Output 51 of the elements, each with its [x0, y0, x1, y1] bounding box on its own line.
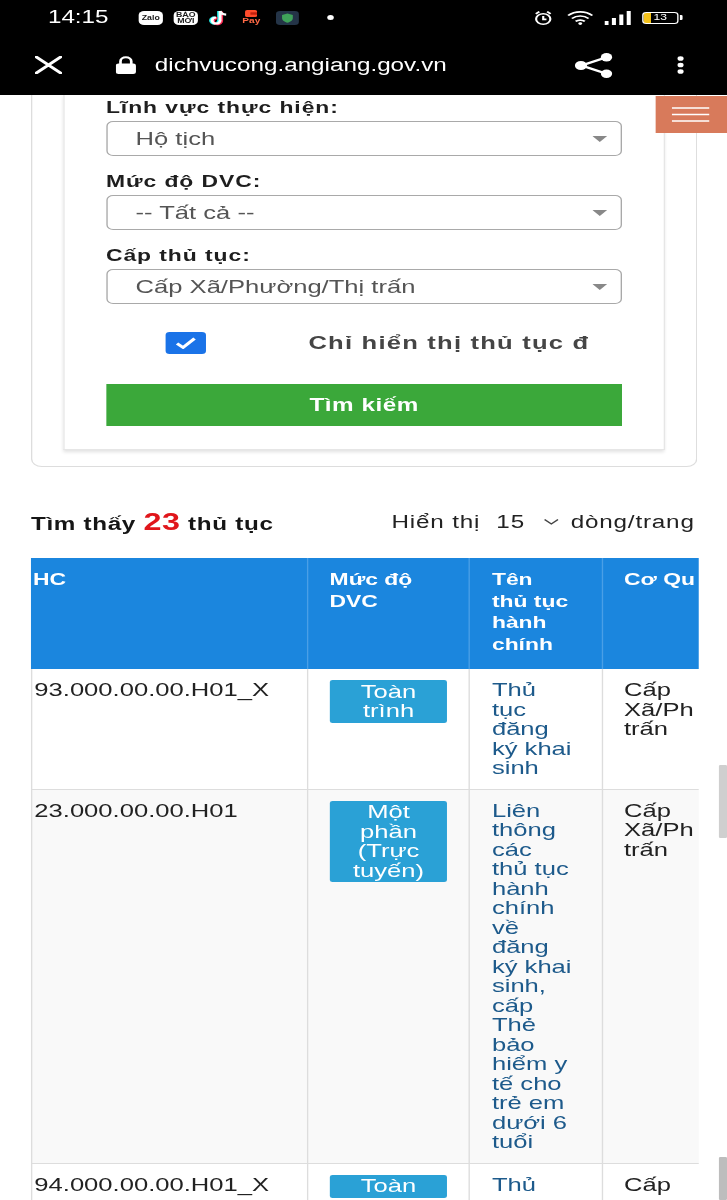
- close-icon[interactable]: [35, 56, 62, 74]
- checkbox-label: Chỉ hiển thị thủ tục đ: [308, 332, 590, 354]
- chevron-icon: [543, 519, 559, 525]
- wallet-icon: [245, 10, 258, 18]
- field-label: Cấp thủ tục:: [105, 246, 252, 266]
- dropdown[interactable]: Hộ tịch: [105, 121, 623, 156]
- checkbox[interactable]: [165, 332, 207, 354]
- checkmark-icon: [175, 337, 197, 349]
- table-cell-text: Cấp Xã/Ph trấn: [623, 678, 695, 741]
- procedure-link[interactable]: Thủ tục đăng ký khai sinh: [491, 680, 572, 778]
- signal-icon: [604, 10, 632, 25]
- alarm-clock-icon: [534, 9, 552, 26]
- music-note-icon: [208, 9, 229, 26]
- page-size-select[interactable]: 15: [480, 511, 559, 533]
- caret-icon: [592, 209, 608, 216]
- level-tag: Một phần (Trực tuyến): [329, 800, 448, 882]
- caret-icon: [592, 135, 608, 142]
- table-cell: 93.000.00.00.H01_X: [30, 669, 309, 789]
- shield-icon: [276, 10, 300, 25]
- table-cell: 94.000.00.00.H01_X: [30, 1163, 309, 1200]
- menu-button[interactable]: [654, 96, 727, 133]
- dropdown[interactable]: -- Tất cả --: [105, 195, 623, 230]
- page-size-unit: dòng/trang: [570, 511, 695, 533]
- table-cell-text: Cấp Xã/Ph trấn: [623, 798, 695, 862]
- scrollbar-thumb[interactable]: [718, 1157, 727, 1200]
- scrollbar-thumb[interactable]: [718, 765, 727, 838]
- column-header: Mức độ DVC: [308, 558, 470, 669]
- column-header: Cơ Qu: [623, 569, 696, 591]
- wifi-icon: [566, 10, 594, 25]
- results-summary: Tìm thấy 23 thủ tục: [30, 508, 274, 536]
- page-size-label: Hiển thị: [391, 511, 481, 533]
- dot-icon: [327, 15, 335, 20]
- table-cell: 23.000.00.00.H01: [30, 789, 309, 1163]
- lock-icon: [115, 56, 136, 74]
- more-options-icon[interactable]: [677, 56, 684, 74]
- caret-icon: [592, 283, 608, 290]
- dropdown[interactable]: Cấp Xã/Phường/Thị trấn: [105, 269, 623, 304]
- field-label: Mức độ DVC:: [105, 172, 263, 192]
- url-field[interactable]: dichvucong.angiang.gov.vn: [154, 54, 447, 76]
- column-header: HC: [30, 558, 309, 669]
- procedure-link[interactable]: Thủ: [491, 1174, 572, 1194]
- field-label: Lĩnh vực thực hiện:: [105, 98, 340, 118]
- share-icon[interactable]: [574, 52, 613, 78]
- table-cell-text: Cấp: [623, 1172, 672, 1197]
- procedure-link[interactable]: Liên thông các thủ tục hành chính về đăng ký khai sinh, cấp Thẻ bảo hiểm y tế cho trẻ em dưới 6 tuổi: [491, 800, 572, 1152]
- column-header: Tên thủ tục hành chính: [469, 558, 604, 669]
- clock-time: 14:15: [47, 7, 110, 28]
- level-tag: Toàn: [329, 1174, 448, 1198]
- level-tag: Toàn trình: [329, 680, 448, 723]
- menu-icon: [672, 107, 710, 122]
- battery-indicator: 13: [642, 11, 683, 24]
